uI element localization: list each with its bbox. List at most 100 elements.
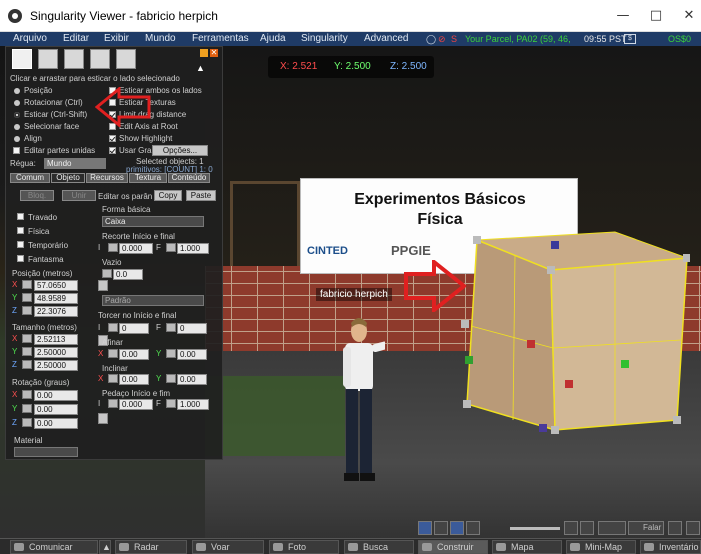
use-grid-checkbox[interactable]: [109, 147, 116, 154]
radio-stretch[interactable]: [14, 112, 20, 118]
bar-expand-icon[interactable]: [686, 521, 700, 535]
size-x-input[interactable]: 2.52113: [34, 334, 78, 345]
slice-e-spinner[interactable]: [166, 399, 176, 408]
locked-checkbox[interactable]: [17, 213, 24, 220]
close-icon[interactable]: ✕: [679, 6, 699, 26]
position-z-input[interactable]: 22.3076: [34, 306, 78, 317]
radio-select-face[interactable]: [14, 124, 20, 130]
land-tool-icon[interactable]: [116, 49, 136, 69]
hole-select[interactable]: Padrão: [102, 295, 204, 306]
size-z-spinner[interactable]: [22, 360, 32, 369]
rot-y-spinner[interactable]: [22, 404, 32, 413]
rotation-x-input[interactable]: 0.00: [34, 390, 78, 401]
menu-mundo[interactable]: Mundo: [145, 32, 176, 46]
radio-position[interactable]: [14, 88, 20, 94]
rot-z-spinner[interactable]: [22, 418, 32, 427]
shear-y-spinner[interactable]: [166, 374, 176, 383]
phantom-checkbox[interactable]: [17, 255, 24, 262]
shear-x-spinner[interactable]: [108, 374, 118, 383]
move-tool-icon[interactable]: [38, 49, 58, 69]
copy-button[interactable]: Copy: [154, 190, 182, 201]
create-tool-icon[interactable]: [90, 49, 110, 69]
slice-extra-button[interactable]: [98, 413, 108, 424]
twist-b-spinner[interactable]: [108, 323, 118, 332]
music-play-icon[interactable]: [418, 521, 432, 535]
tab-recursos[interactable]: Recursos: [86, 173, 128, 183]
inventory-button[interactable]: Inventário: [640, 540, 701, 554]
talk-expand-icon[interactable]: [668, 521, 682, 535]
position-x-input[interactable]: 57.0650: [34, 280, 78, 291]
pos-z-spinner[interactable]: [22, 306, 32, 315]
maximize-icon[interactable]: □: [646, 6, 666, 26]
speaker-icon[interactable]: [564, 521, 578, 535]
media-play-icon[interactable]: [450, 521, 464, 535]
twist-begin-input[interactable]: 0: [119, 323, 149, 334]
avatar[interactable]: [335, 313, 385, 513]
tab-comum[interactable]: Comum: [10, 173, 50, 183]
hole-shape-button[interactable]: [98, 280, 108, 291]
size-y-spinner[interactable]: [22, 347, 32, 356]
pos-y-spinner[interactable]: [22, 293, 32, 302]
menu-editar[interactable]: Editar: [63, 32, 89, 46]
build-button[interactable]: Construir: [418, 540, 488, 554]
twist-end-input[interactable]: 0: [177, 323, 207, 334]
rotation-z-input[interactable]: 0.00: [34, 418, 78, 429]
snapshot-button[interactable]: Foto: [269, 540, 339, 554]
size-z-input[interactable]: 2.50000: [34, 360, 78, 371]
path-cut-e-spinner[interactable]: [166, 243, 176, 252]
ruler-select[interactable]: Mundo: [44, 158, 106, 169]
slice-b-spinner[interactable]: [108, 399, 118, 408]
hollow-input[interactable]: 0.0: [113, 269, 143, 280]
edit-tool-icon[interactable]: [64, 49, 84, 69]
path-cut-begin-input[interactable]: 0.000: [119, 243, 153, 254]
slice-end-input[interactable]: 1.000: [177, 399, 209, 410]
edit-linked-checkbox[interactable]: [13, 147, 20, 154]
radar-button[interactable]: Radar: [115, 540, 187, 554]
temporary-checkbox[interactable]: [17, 241, 24, 248]
taper-x-input[interactable]: 0.00: [119, 349, 149, 360]
search-button[interactable]: Busca: [344, 540, 414, 554]
menu-ferramentas[interactable]: Ferramentas: [192, 32, 249, 46]
taper-y-input[interactable]: 0.00: [177, 349, 207, 360]
parcel-info[interactable]: Your Parcel, PA02 (59, 46,: [465, 32, 571, 46]
radio-align[interactable]: [14, 136, 20, 142]
twist-e-spinner[interactable]: [166, 323, 176, 332]
hollow-spinner[interactable]: [102, 269, 112, 278]
physics-checkbox[interactable]: [17, 227, 24, 234]
menu-advanced[interactable]: Advanced: [364, 32, 408, 46]
show-highlight-checkbox[interactable]: [109, 135, 116, 142]
shear-y-input[interactable]: 0.00: [177, 374, 207, 385]
buy-currency-button[interactable]: $: [624, 34, 636, 44]
tab-objeto[interactable]: Objeto: [51, 173, 85, 183]
pos-x-spinner[interactable]: [22, 280, 32, 289]
menu-singularity[interactable]: Singularity: [301, 32, 348, 46]
link-button[interactable]: Unir: [62, 190, 96, 201]
rotation-y-input[interactable]: 0.00: [34, 404, 78, 415]
position-y-input[interactable]: 48.9589: [34, 293, 78, 304]
tab-textura[interactable]: Textura: [129, 173, 167, 183]
paste-button[interactable]: Paste: [186, 190, 216, 201]
chat-expand-icon[interactable]: ▲: [99, 540, 111, 554]
minimize-icon[interactable]: —: [613, 6, 633, 26]
path-cut-b-spinner[interactable]: [108, 243, 118, 252]
taper-x-spinner[interactable]: [108, 349, 118, 358]
media-stop-icon[interactable]: [466, 521, 480, 535]
radio-rotate[interactable]: [14, 100, 20, 106]
taper-y-spinner[interactable]: [166, 349, 176, 358]
music-stop-icon[interactable]: [434, 521, 448, 535]
slice-begin-input[interactable]: 0.000: [119, 399, 153, 410]
size-y-input[interactable]: 2.50000: [34, 347, 78, 358]
focus-tool-icon[interactable]: [12, 49, 32, 69]
chat-button[interactable]: Comunicar: [10, 540, 98, 554]
lock-button[interactable]: Bloq.: [20, 190, 54, 201]
minimize-panel-icon[interactable]: [200, 49, 208, 57]
selected-box-prim[interactable]: [455, 230, 690, 440]
close-panel-icon[interactable]: ✕: [210, 49, 218, 57]
shear-x-input[interactable]: 0.00: [119, 374, 149, 385]
rot-x-spinner[interactable]: [22, 390, 32, 399]
volume-slider[interactable]: [510, 527, 560, 530]
menu-arquivo[interactable]: Arquivo: [13, 32, 47, 46]
menu-exibir[interactable]: Exibir: [104, 32, 129, 46]
collapse-arrow-icon[interactable]: ▲: [196, 63, 205, 73]
size-x-spinner[interactable]: [22, 334, 32, 343]
